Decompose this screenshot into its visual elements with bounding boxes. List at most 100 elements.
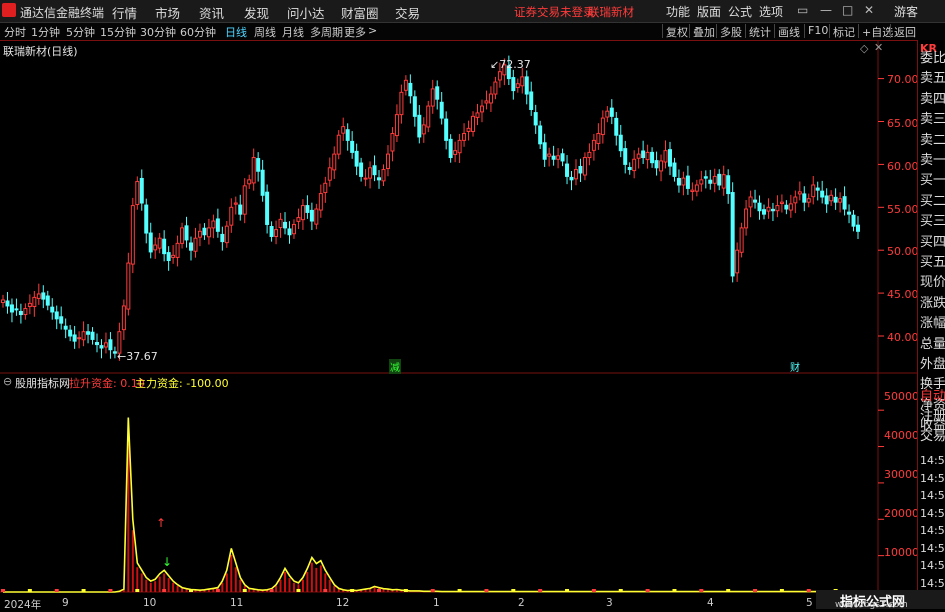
menu-banmian[interactable]: 版面 bbox=[697, 3, 721, 20]
candle-body bbox=[515, 83, 520, 89]
btn-biaoji[interactable]: 标记 bbox=[829, 24, 855, 39]
btn-back[interactable]: 返回 bbox=[890, 24, 916, 39]
ind-tick-10000: 10000 bbox=[884, 546, 919, 559]
candle-body bbox=[72, 334, 77, 342]
candle-body bbox=[654, 160, 659, 169]
btn-add-watchlist[interactable]: +自选 bbox=[858, 24, 893, 39]
btn-tongji[interactable]: 统计 bbox=[745, 24, 771, 39]
candle-body bbox=[68, 329, 73, 337]
candle-body bbox=[488, 93, 493, 104]
btn-huaxian[interactable]: 画线 bbox=[774, 24, 800, 39]
candle-body bbox=[471, 115, 476, 132]
x-label-1: 1 bbox=[433, 597, 440, 609]
tab-fenshi[interactable]: 分时 bbox=[4, 24, 26, 40]
close-icon[interactable]: ✕ bbox=[864, 3, 874, 17]
quote-field: 涨幅 bbox=[920, 316, 945, 332]
kline-chart[interactable] bbox=[0, 40, 917, 609]
baseline-marker bbox=[27, 589, 32, 592]
tab-15min[interactable]: 15分钟 bbox=[100, 24, 136, 40]
candle-body bbox=[524, 76, 529, 95]
tab-multi-period[interactable]: 多周期 bbox=[310, 24, 343, 40]
menu-shichang[interactable]: 市场 bbox=[155, 3, 180, 22]
indicator-var2: 主力资金: -100.00 bbox=[135, 377, 229, 390]
window-icon[interactable]: ▭ bbox=[797, 3, 808, 17]
candle-body bbox=[112, 351, 117, 354]
tab-more[interactable]: 更多 bbox=[344, 24, 366, 40]
candle-body bbox=[605, 110, 610, 118]
candle-body bbox=[430, 88, 435, 107]
baseline-marker bbox=[296, 589, 301, 592]
menu-caifuquan[interactable]: 财富圈 bbox=[341, 3, 379, 22]
menu-hangqing[interactable]: 行情 bbox=[112, 3, 137, 22]
btn-diejia[interactable]: 叠加 bbox=[689, 24, 715, 39]
menu-gongneng[interactable]: 功能 bbox=[666, 3, 690, 20]
candle-body bbox=[520, 76, 525, 87]
tab-monthly[interactable]: 月线 bbox=[282, 24, 304, 40]
baseline-marker bbox=[403, 589, 408, 592]
baseline-marker bbox=[672, 589, 677, 592]
menu-gongshi[interactable]: 公式 bbox=[728, 3, 752, 20]
x-label-4: 4 bbox=[707, 597, 714, 609]
candle-body bbox=[359, 162, 364, 177]
candle-body bbox=[753, 199, 758, 203]
candle-body bbox=[681, 177, 686, 186]
quote-field: 涨跌 bbox=[920, 295, 945, 311]
baseline-marker bbox=[430, 589, 435, 592]
tab-30min[interactable]: 30分钟 bbox=[140, 24, 176, 40]
quote-action[interactable]: 注册 bbox=[920, 405, 945, 424]
marker-jian[interactable]: 减 bbox=[389, 359, 401, 374]
candle-body bbox=[354, 150, 359, 167]
candle-body bbox=[802, 193, 807, 203]
tab-1min[interactable]: 1分钟 bbox=[31, 24, 60, 40]
menu-wenxiaoda[interactable]: 问小达 bbox=[287, 3, 325, 22]
candle-body bbox=[27, 302, 32, 307]
candle-body bbox=[300, 205, 305, 221]
y-tick-40: 40.00 bbox=[887, 331, 919, 344]
menu-jiaoyi[interactable]: 交易 bbox=[395, 3, 420, 22]
candle-body bbox=[815, 187, 820, 191]
tab-5min[interactable]: 5分钟 bbox=[66, 24, 95, 40]
candle-body bbox=[23, 308, 28, 316]
candle-body bbox=[775, 205, 780, 212]
quote-field: 卖二 bbox=[920, 132, 945, 148]
btn-fuquan[interactable]: 复权 bbox=[662, 24, 688, 39]
btn-duogu[interactable]: 多股 bbox=[716, 24, 742, 39]
x-label-2024: 2024年 bbox=[4, 599, 42, 611]
menu-faxian[interactable]: 发现 bbox=[244, 3, 269, 22]
candle-body bbox=[448, 138, 453, 159]
tab-weekly[interactable]: 周线 bbox=[254, 24, 276, 40]
minimize-icon[interactable]: — bbox=[820, 3, 832, 17]
marker-cai[interactable]: 财 bbox=[790, 359, 800, 374]
baseline-marker bbox=[565, 589, 570, 592]
candle-body bbox=[484, 100, 489, 104]
btn-f10[interactable]: F10 bbox=[804, 24, 828, 38]
candle-body bbox=[350, 140, 355, 153]
candle-body bbox=[708, 179, 713, 184]
guest-label[interactable]: 游客 bbox=[894, 3, 918, 20]
candle-body bbox=[587, 151, 592, 159]
tab-60min[interactable]: 60分钟 bbox=[180, 24, 216, 40]
baseline-marker bbox=[538, 589, 543, 592]
tab-daily[interactable]: 日线 bbox=[225, 24, 247, 40]
quote-field: 委比 bbox=[920, 51, 945, 66]
candle-body bbox=[829, 194, 834, 202]
quote-action[interactable]: 交易 bbox=[920, 425, 945, 444]
candle-body bbox=[77, 337, 82, 340]
settings-diamond-icon[interactable]: ◇ bbox=[860, 42, 868, 55]
candle-body bbox=[591, 139, 596, 151]
candle-body bbox=[202, 227, 207, 236]
candle-body bbox=[676, 177, 681, 186]
candle-body bbox=[108, 339, 113, 351]
trade-login-notice[interactable]: 证券交易未登录 bbox=[514, 4, 595, 20]
candle-body bbox=[54, 311, 59, 320]
more-chevron-icon[interactable]: > bbox=[368, 24, 377, 37]
app-logo-icon bbox=[2, 3, 16, 17]
quote-action[interactable]: 自动 bbox=[920, 385, 945, 404]
menu-zixun[interactable]: 资讯 bbox=[199, 3, 224, 22]
maximize-icon[interactable]: □ bbox=[842, 3, 853, 17]
indicator-collapse-icon[interactable]: ⊖ bbox=[3, 375, 12, 388]
candle-body bbox=[609, 107, 614, 117]
menu-xuanxiang[interactable]: 选项 bbox=[759, 3, 783, 20]
candle-body bbox=[166, 252, 171, 261]
chart-close-icon[interactable]: ✕ bbox=[874, 41, 883, 54]
